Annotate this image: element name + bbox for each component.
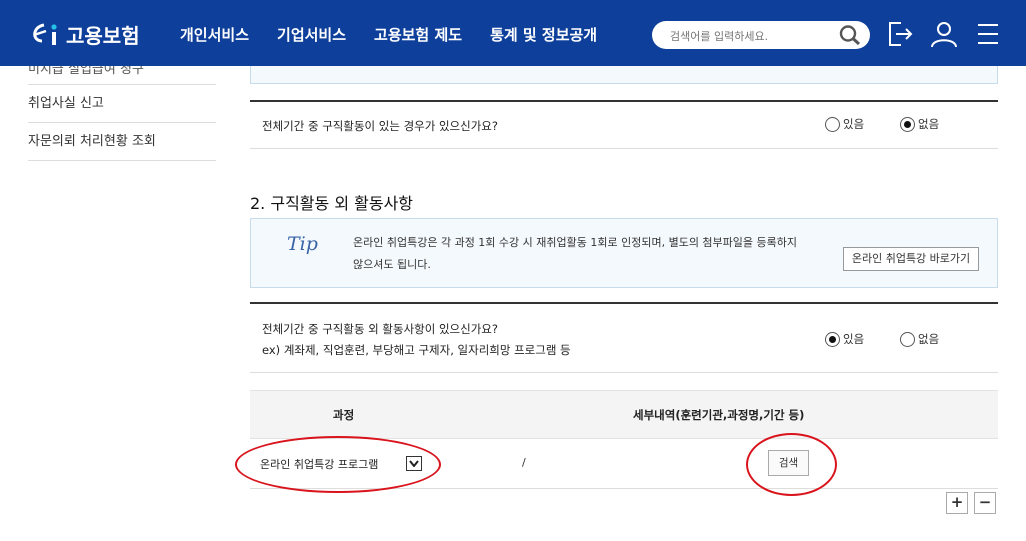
logo-text: 고용보험 (66, 23, 140, 48)
tip-text: 온라인 취업특강은 각 과정 1회 수강 시 재취업활동 1회로 인정되며, 별… (353, 236, 798, 271)
q1-radio-no[interactable]: 없음 (900, 116, 939, 132)
question-other-activity: 전체기간 중 구직활동 외 활동사항이 있으신가요? ex) 계좌제, 직업훈련… (250, 302, 998, 373)
radio-circle (900, 331, 915, 347)
q2-radio-no[interactable]: 없음 (900, 331, 939, 347)
remove-row-button[interactable]: − (974, 492, 996, 514)
sidebar: 미지급 실업급여 청구 취업사실 신고 자문의뢰 처리현황 조회 (28, 66, 216, 161)
question-text: 전체기간 중 구직활동이 있는 경우가 있으신가요? (262, 119, 498, 133)
tip-box: Tip 온라인 취업특강은 각 과정 1회 수강 시 재취업활동 1회로 인정되… (250, 218, 998, 288)
question-text: 전체기간 중 구직활동 외 활동사항이 있으신가요? (262, 322, 498, 336)
highlight-ellipse-select (235, 436, 441, 493)
logout-icon[interactable] (886, 20, 914, 48)
main-nav: 개인서비스 기업서비스 고용보험 제도 통계 및 정보공개 (180, 24, 625, 45)
column-course: 과정 (333, 408, 355, 422)
sidebar-item-employment-report[interactable]: 취업사실 신고 (28, 85, 216, 123)
sidebar-item-unpaid-claim[interactable]: 미지급 실업급여 청구 (28, 66, 216, 85)
nav-item-statistics[interactable]: 통계 및 정보공개 (490, 24, 597, 45)
section-title: 2. 구직활동 외 활동사항 (250, 194, 414, 213)
nav-item-personal[interactable]: 개인서비스 (180, 24, 249, 45)
sidebar-item-consult-status[interactable]: 자문의뢰 처리현황 조회 (28, 123, 216, 161)
highlight-ellipse-search (746, 433, 837, 496)
search-icon[interactable] (838, 24, 862, 46)
question-example: ex) 계좌제, 직업훈련, 부당해고 구제자, 일자리희망 프로그램 등 (262, 343, 571, 357)
logo[interactable]: 고용보험 (28, 18, 140, 50)
radio-label: 있음 (843, 332, 865, 346)
column-details: 세부내역(훈련기관,과정명,기간 등) (633, 408, 805, 422)
user-icon[interactable] (930, 20, 958, 48)
search-input[interactable] (668, 25, 832, 47)
radio-label: 있음 (843, 117, 865, 131)
tip-label: Tip (287, 233, 318, 255)
radio-label: 없음 (918, 117, 940, 131)
nav-item-business[interactable]: 기업서비스 (277, 24, 346, 45)
online-lecture-button[interactable]: 온라인 취업특강 바로가기 (843, 247, 979, 271)
activity-table-header: 과정 세부내역(훈련기관,과정명,기간 등) (250, 390, 998, 439)
menu-icon[interactable] (976, 20, 1000, 48)
radio-label: 없음 (918, 332, 940, 346)
add-row-button[interactable]: + (946, 492, 968, 514)
separator: / (522, 456, 526, 469)
q2-radio-yes[interactable]: 있음 (825, 331, 864, 347)
top-info-panel (250, 66, 998, 84)
radio-circle (825, 116, 840, 132)
search-box (652, 21, 870, 49)
q1-radio-yes[interactable]: 있음 (825, 116, 864, 132)
site-header: 고용보험 개인서비스 기업서비스 고용보험 제도 통계 및 정보공개 (0, 0, 1026, 66)
radio-circle-checked (900, 116, 915, 132)
radio-circle-checked (825, 331, 840, 347)
nav-item-system[interactable]: 고용보험 제도 (374, 24, 462, 45)
logo-mark-icon (33, 23, 57, 45)
question-job-search: 전체기간 중 구직활동이 있는 경우가 있으신가요? 있음 없음 (250, 100, 998, 149)
